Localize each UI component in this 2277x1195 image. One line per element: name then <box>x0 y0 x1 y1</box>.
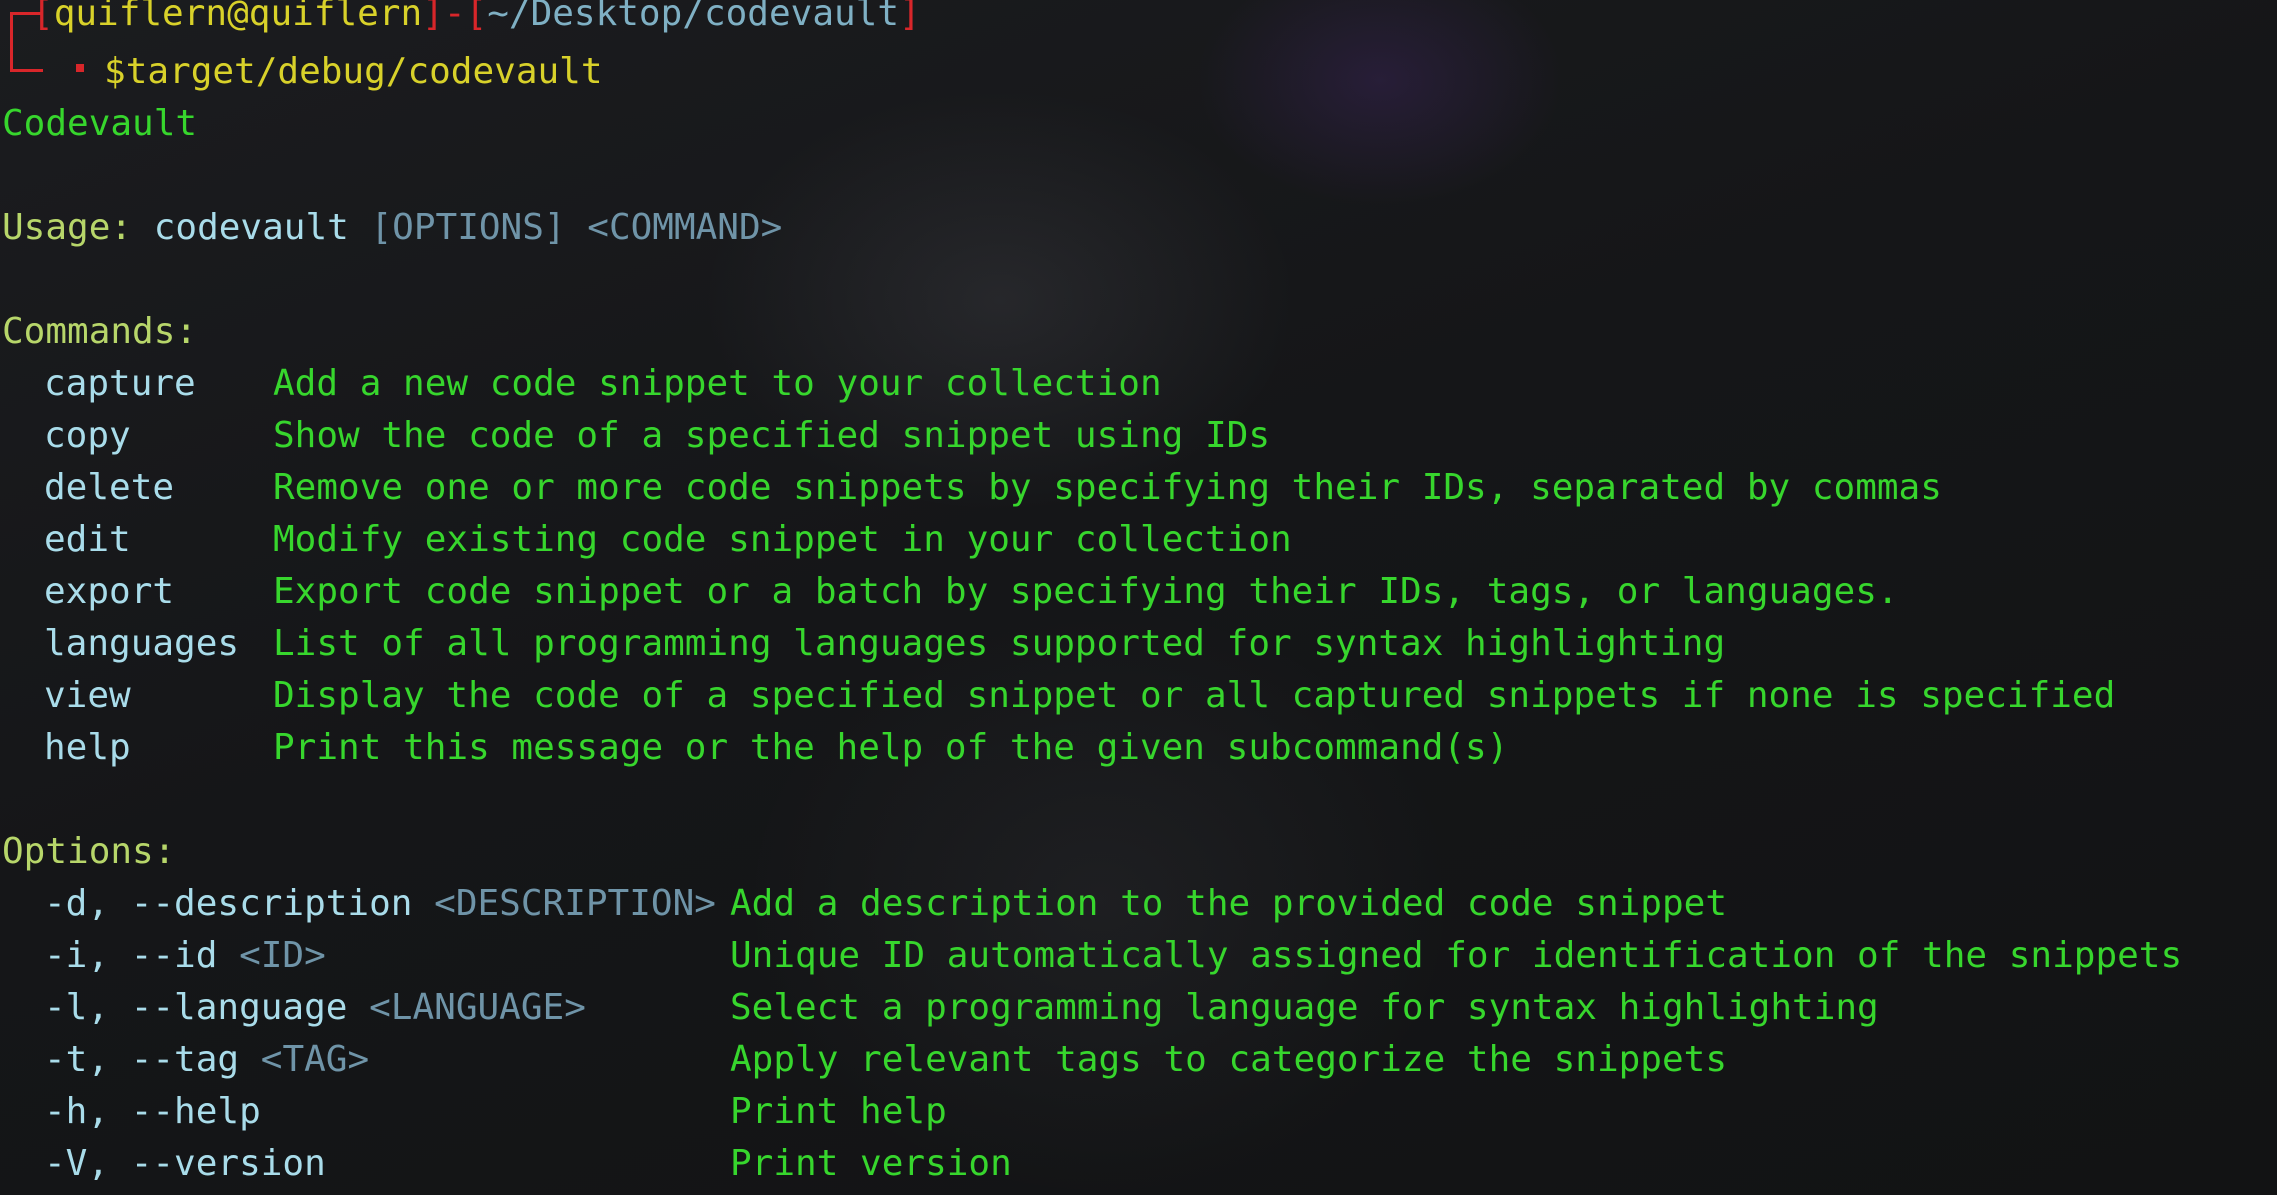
commands-label: Commands: <box>2 311 198 352</box>
prompt-dollar: $ <box>104 51 126 92</box>
option-row: -d, --description <DESCRIPTION> Add a des… <box>0 878 2277 930</box>
prompt-line: [quiflern@quiflern]-[~/Desktop/codevault… <box>32 0 921 40</box>
options-label: Options: <box>2 831 176 872</box>
option-flags: -d, --description <box>44 883 413 924</box>
command-desc: Add a new code snippet to your collectio… <box>273 363 1162 404</box>
option-flags: -i, --id <box>44 935 218 976</box>
command-desc: Print this message or the help of the gi… <box>273 727 1509 768</box>
prompt-at: @ <box>227 0 249 34</box>
command-name: copy <box>44 415 131 456</box>
command-name: export <box>44 571 175 612</box>
prompt-path-close: ] <box>899 0 921 34</box>
option-flags-wrap: -d, --description <DESCRIPTION> <box>44 878 716 930</box>
option-flags: -l, --language <box>44 987 348 1028</box>
option-desc: Add a description to the provided code s… <box>730 883 1727 924</box>
option-flags-wrap: -i, --id <ID> <box>44 930 326 982</box>
usage-options: [OPTIONS] <box>370 207 566 248</box>
option-desc: Select a programming language for syntax… <box>730 987 1879 1028</box>
usage-cmd: codevault <box>153 207 349 248</box>
option-flags: -h, --help <box>44 1091 261 1132</box>
option-row: -i, --id <ID> Unique ID automatically ass… <box>0 930 2277 982</box>
option-desc: Apply relevant tags to categorize the sn… <box>730 1039 1727 1080</box>
option-flags: -t, --tag <box>44 1039 240 1080</box>
command-row: copy Show the code of a specified snippet… <box>0 410 2277 462</box>
prompt-host: quiflern <box>248 0 423 34</box>
command-desc: Display the code of a specified snippet … <box>273 675 2116 716</box>
usage-label: Usage: <box>2 207 133 248</box>
option-row: -t, --tag <TAG> Apply relevant tags to ca… <box>0 1034 2277 1086</box>
option-row: -l, --language <LANGUAGE> Select a progra… <box>0 982 2277 1034</box>
option-desc: Print help <box>730 1091 947 1132</box>
usage-command: <COMMAND> <box>587 207 783 248</box>
entered-command: target/debug/codevault <box>125 51 603 92</box>
app-name: Codevault <box>2 103 198 144</box>
option-arg: <ID> <box>239 935 326 976</box>
prompt-close-bracket: ] <box>422 0 444 34</box>
command-name: view <box>44 675 131 716</box>
prompt-open-bracket: [ <box>32 0 54 34</box>
usage-line: Usage: codevault [OPTIONS] <COMMAND> <box>2 202 782 254</box>
option-desc: Unique ID automatically assigned for ide… <box>730 935 2183 976</box>
command-line: $target/debug/codevault <box>104 46 603 98</box>
command-name: edit <box>44 519 131 560</box>
option-arg: <DESCRIPTION> <box>434 883 716 924</box>
command-desc: Export code snippet or a batch by specif… <box>273 571 1899 612</box>
option-flags-wrap: -t, --tag <TAG> <box>44 1034 369 1086</box>
option-desc: Print version <box>730 1143 1012 1184</box>
command-name: capture <box>44 363 196 404</box>
command-row: languages List of all programming languag… <box>0 618 2277 670</box>
option-flags-wrap: -V, --version <box>44 1138 326 1190</box>
command-desc: List of all programming languages suppor… <box>273 623 1726 664</box>
command-name: help <box>44 727 131 768</box>
command-name: languages <box>44 623 240 664</box>
option-flags-wrap: -l, --language <LANGUAGE> <box>44 982 586 1034</box>
terminal-window[interactable]: [quiflern@quiflern]-[~/Desktop/codevault… <box>0 0 2277 1195</box>
command-row: edit Modify existing code snippet in your… <box>0 514 2277 566</box>
command-desc: Remove one or more code snippets by spec… <box>273 467 1942 508</box>
command-row: export Export code snippet or a batch by … <box>0 566 2277 618</box>
prompt-path: ~/Desktop/codevault <box>487 0 900 34</box>
command-row: capture Add a new code snippet to your co… <box>0 358 2277 410</box>
command-desc: Show the code of a specified snippet usi… <box>273 415 1270 456</box>
prompt-dash: - <box>443 0 466 34</box>
option-row: -V, --version Print version <box>0 1138 2277 1190</box>
option-row: -h, --help Print help <box>0 1086 2277 1138</box>
option-flags: -V, --version <box>44 1143 326 1184</box>
command-desc: Modify existing code snippet in your col… <box>273 519 1292 560</box>
prompt-path-open: [ <box>465 0 488 34</box>
option-arg: <LANGUAGE> <box>369 987 586 1028</box>
command-row: help Print this message or the help of th… <box>0 722 2277 774</box>
command-row: delete Remove one or more code snippets b… <box>0 462 2277 514</box>
prompt-arrow-icon <box>76 64 84 72</box>
option-flags-wrap: -h, --help <box>44 1086 261 1138</box>
command-name: delete <box>44 467 175 508</box>
prompt-user: quiflern <box>53 0 228 34</box>
command-row: view Display the code of a specified snip… <box>0 670 2277 722</box>
option-arg: <TAG> <box>260 1039 370 1080</box>
